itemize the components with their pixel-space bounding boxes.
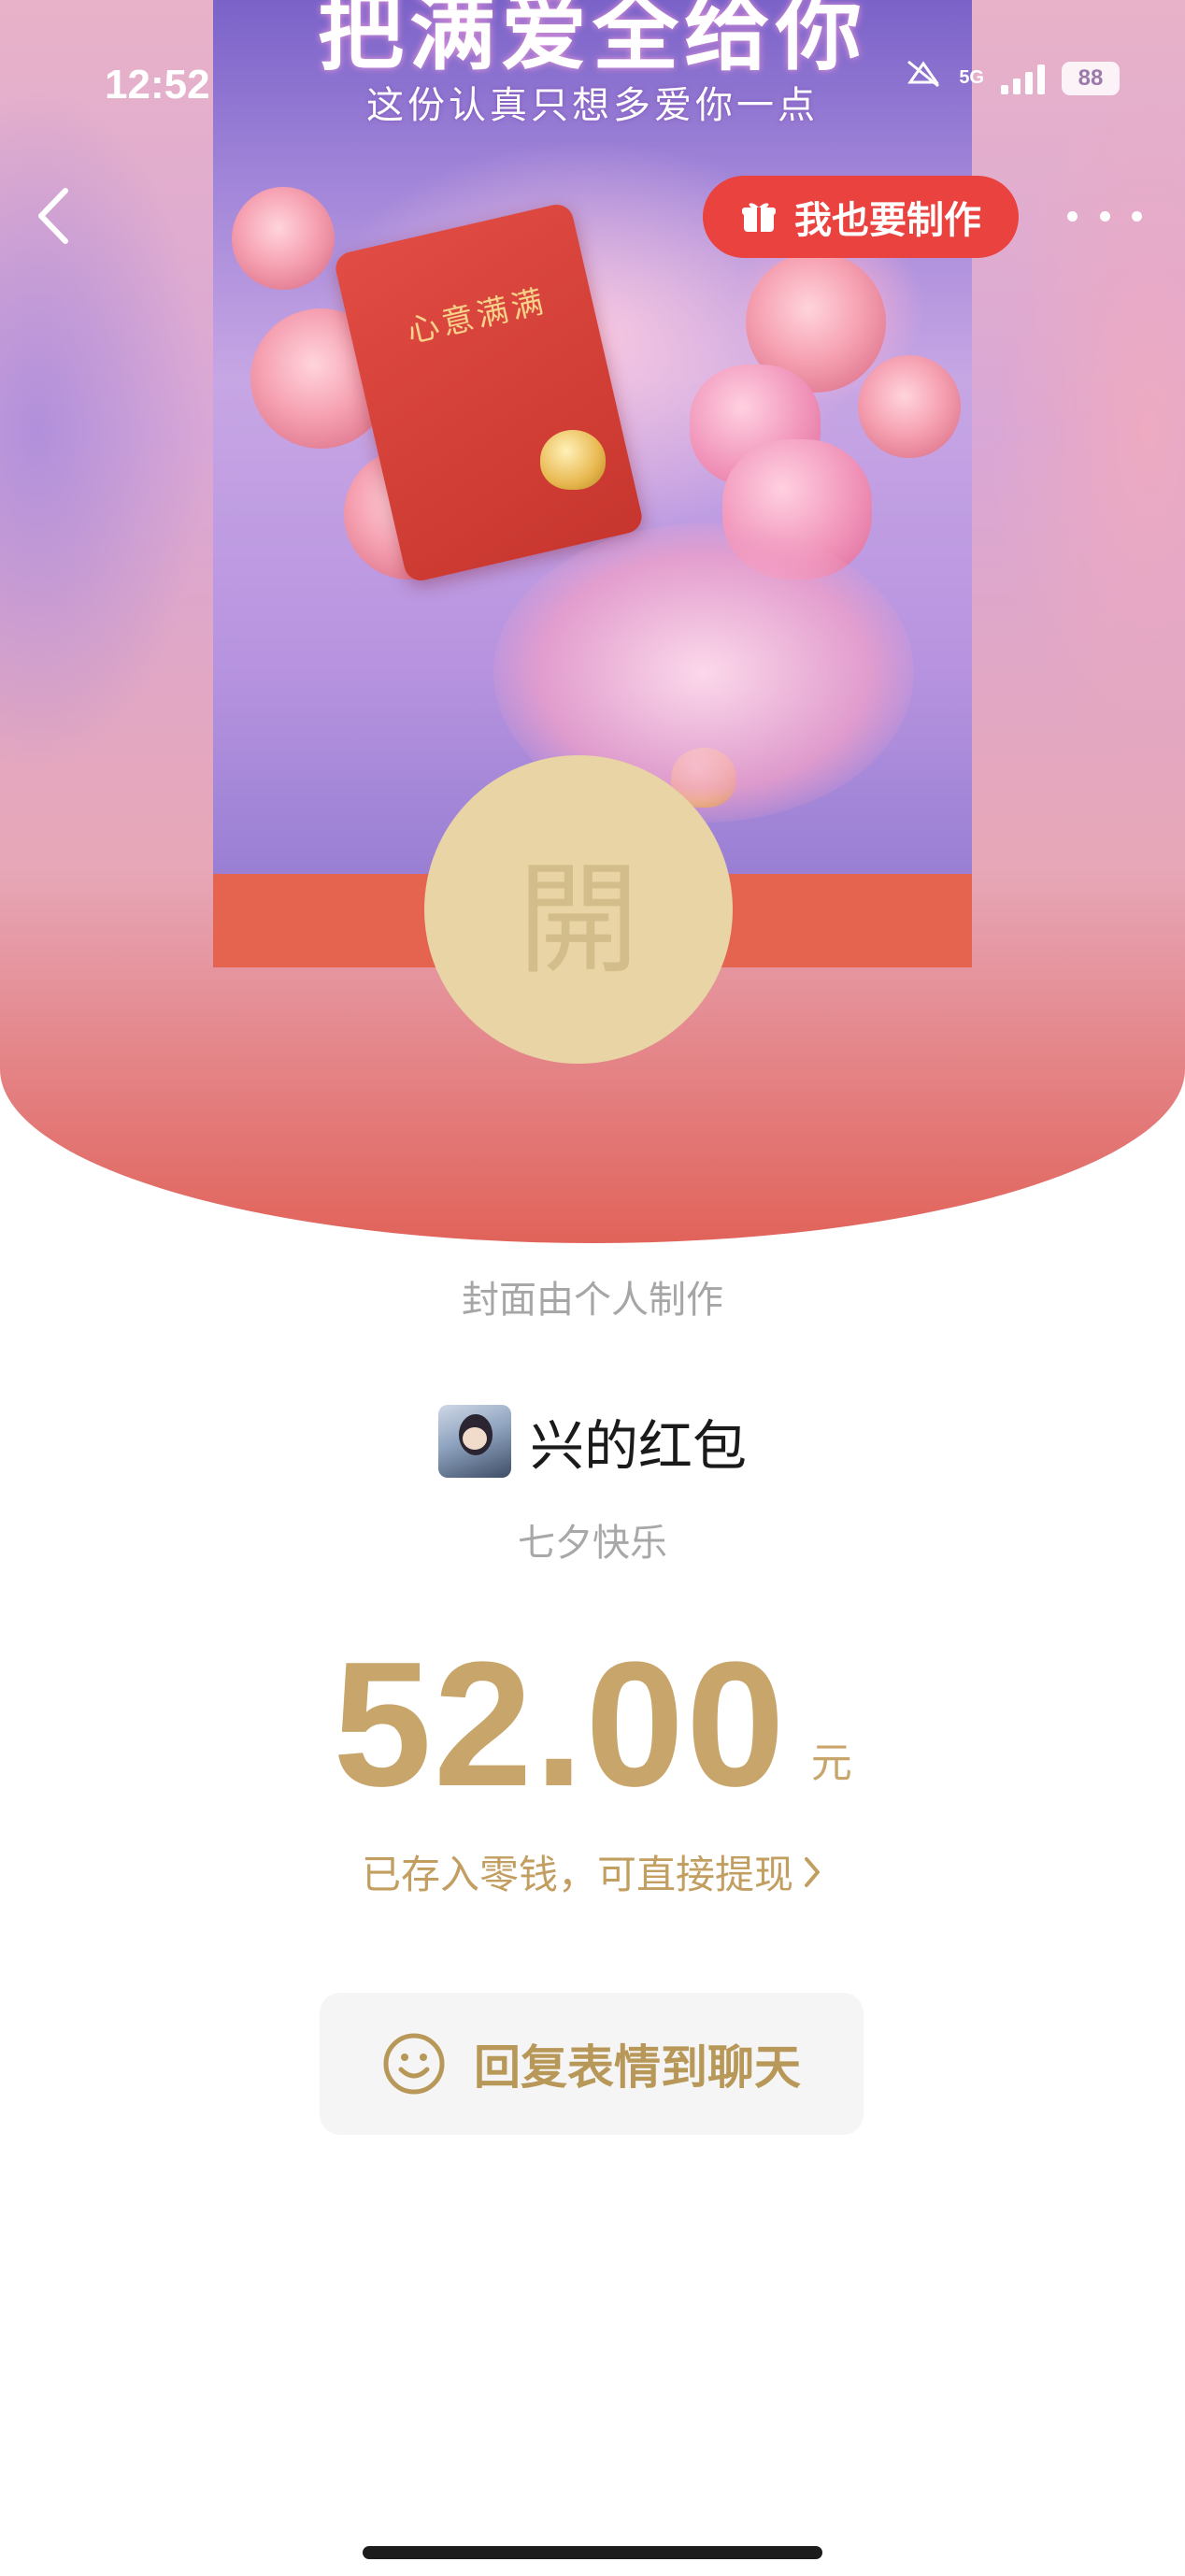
rose xyxy=(858,355,961,458)
more-dots-icon xyxy=(1067,210,1078,222)
reply-sticker-button[interactable]: 回复表情到聊天 xyxy=(320,1993,864,2135)
make-cover-button[interactable]: 我也要制作 xyxy=(703,176,1019,258)
red-packet-cover: 把满爱全给你 这份认真只想多爱你一点 心意满满 12:52 5G 88 我也要制… xyxy=(0,0,1185,1243)
gift-icon xyxy=(742,203,776,232)
status-time: 12:52 xyxy=(105,62,210,107)
network-label: 5G xyxy=(959,67,984,88)
amount-unit: 元 xyxy=(810,1739,852,1787)
smile-icon xyxy=(383,2033,445,2095)
card-text: 心意满满 xyxy=(403,282,550,351)
cover-note: 封面由个人制作 xyxy=(462,1279,723,1322)
sender-avatar[interactable] xyxy=(437,1405,511,1478)
make-cover-label: 我也要制作 xyxy=(794,199,981,242)
status-bar-right: 5G 88 xyxy=(905,58,1120,98)
more-options-button[interactable] xyxy=(1067,193,1142,239)
chevron-left-icon xyxy=(38,188,68,244)
open-red-packet-button[interactable]: 開 xyxy=(424,755,733,1064)
open-label: 開 xyxy=(517,849,639,991)
back-button[interactable] xyxy=(28,183,84,249)
cover-subtitle: 这份认真只想多爱你一点 xyxy=(366,84,819,127)
battery-icon: 88 xyxy=(1062,61,1120,95)
rose xyxy=(232,187,335,290)
chevron-right-icon xyxy=(805,1856,820,1887)
home-indicator xyxy=(363,2546,822,2559)
mute-icon xyxy=(905,58,942,98)
wallet-link[interactable]: 已存入零钱，可直接提现 xyxy=(0,1843,1185,1900)
sender-name: 兴的红包 xyxy=(529,1414,747,1478)
reply-button-label: 回复表情到聊天 xyxy=(474,2040,801,2095)
wallet-link-label: 已存入零钱，可直接提现 xyxy=(361,1852,793,1897)
signal-icon xyxy=(1001,63,1045,94)
amount-row: 52.00 元 xyxy=(0,1636,1185,1813)
amount-value: 52.00 xyxy=(333,1625,787,1824)
greeting-message: 七夕快乐 xyxy=(518,1522,667,1565)
sender-row: 兴的红包 xyxy=(0,1402,1185,1481)
gold-heart xyxy=(540,430,606,490)
